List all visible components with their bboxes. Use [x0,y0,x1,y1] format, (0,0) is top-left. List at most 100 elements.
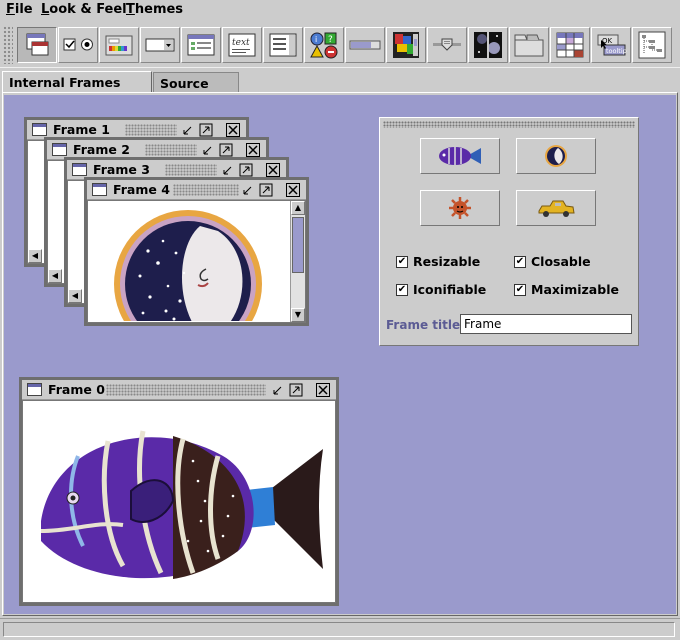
combobox-demo-icon [145,38,175,52]
minimize-icon[interactable] [271,383,285,397]
fish-icon [439,147,481,165]
toolbar-grip[interactable] [3,26,13,64]
minimize-icon[interactable] [181,123,195,137]
frame-title-bar[interactable]: Frame 4 [87,180,306,200]
toolbar-tabbed-pane-button[interactable] [509,27,549,63]
close-icon[interactable] [316,383,330,397]
palette-grip[interactable] [383,121,635,128]
scroll-up-arrow[interactable]: ▲ [291,201,305,215]
frame-title: Frame 1 [53,122,110,137]
vertical-scrollbar[interactable]: ▲ ▼ [290,201,305,322]
tab-internal-frames-demo[interactable]: Internal Frames Demo [2,71,152,105]
closable-checkbox[interactable]: ✔ Closable [514,254,591,269]
frame-content: ▲ ▼ [87,200,306,323]
title-grip [165,164,217,176]
toolbar-tooltip-button[interactable]: OK tooltip [591,27,631,63]
maximize-icon[interactable] [219,143,233,157]
frame-title-label: Frame title: [386,318,465,332]
option-pane-demo-icon: i? [310,32,338,59]
tooltip-demo-icon: OKtooltip [597,34,627,56]
frame-creation-palette: ✔ Resizable ✔ Closable ✔ Iconifiable ✔ M… [379,117,639,346]
toolbar-split-pane-button[interactable] [468,27,508,63]
tree-demo-icon [638,31,666,59]
checkbox-label: Iconifiable [413,282,487,297]
frame-window-icon [32,123,47,136]
frame-title-bar[interactable]: Frame 0 [22,380,336,400]
close-icon[interactable] [226,123,240,137]
scroll-left-arrow[interactable]: ◀ [68,289,82,303]
color-chooser-demo-icon [105,35,133,56]
maximizable-checkbox[interactable]: ✔ Maximizable [514,282,619,297]
checkbox-indicator: ✔ [514,283,526,296]
internal-frame-0[interactable]: Frame 0 [19,377,339,606]
menu-bar: File Look & Feel Themes [0,0,680,22]
create-fish-frame-button[interactable] [420,138,500,174]
scroll-left-arrow[interactable]: ◀ [28,249,42,263]
checkbox-label: Maximizable [531,282,619,297]
checkbox-label: Resizable [413,254,481,269]
frame-window-icon [92,183,107,196]
close-icon[interactable] [286,183,300,197]
checkbox-indicator: ✔ [396,283,408,296]
svg-text:tooltip: tooltip [606,47,627,55]
menu-file[interactable]: File [6,2,33,17]
moon-image [114,210,262,321]
toolbar-progress-bar-button[interactable] [345,27,385,63]
checkbox-indicator: ✔ [396,255,408,268]
menu-themes[interactable]: Themes [126,2,183,17]
scroll-down-arrow[interactable]: ▼ [291,308,305,322]
maximize-icon[interactable] [199,123,213,137]
minimize-icon[interactable] [241,183,255,197]
maximize-icon[interactable] [239,163,253,177]
internal-frame-4[interactable]: Frame 4 ▲ ▼ [84,177,309,326]
toolbar: text i? OK tooltip [0,22,680,68]
frame-window-icon [72,163,87,176]
toolbar-button-demo-button[interactable] [58,27,98,63]
sun-icon [449,197,471,219]
table-demo-icon [556,32,584,58]
iconifiable-checkbox[interactable]: ✔ Iconifiable [396,282,486,297]
menu-look-and-feel[interactable]: Look & Feel [41,2,127,17]
cab-icon [538,200,575,217]
create-sun-frame-button[interactable] [420,190,500,226]
list-demo-icon [269,33,297,57]
frame-title: Frame 0 [48,382,105,397]
toolbar-scroll-pane-button[interactable] [386,27,426,63]
toolbar-color-chooser-button[interactable] [99,27,139,63]
close-icon[interactable] [246,143,260,157]
minimize-icon[interactable] [221,163,235,177]
frame-window-icon [52,143,67,156]
svg-text:?: ? [328,35,333,45]
frame-title-field[interactable] [460,314,632,334]
resizable-checkbox[interactable]: ✔ Resizable [396,254,480,269]
create-moon-frame-button[interactable] [516,138,596,174]
moon-icon [545,145,567,167]
split-pane-demo-icon [474,32,502,58]
scroll-pane-demo-icon [393,32,419,58]
scroll-thumb[interactable] [292,217,304,273]
frame-title: Frame 4 [113,182,170,197]
button-demo-icon [63,38,93,51]
toolbar-tree-button[interactable] [632,27,672,63]
maximize-icon[interactable] [289,383,303,397]
toolbar-internal-frame-button[interactable] [17,27,57,63]
title-grip [125,124,177,136]
close-icon[interactable] [266,163,280,177]
toolbar-list-button[interactable] [263,27,303,63]
toolbar-table-button[interactable] [550,27,590,63]
toolbar-html-button[interactable]: text [222,27,262,63]
checkbox-indicator: ✔ [514,255,526,268]
maximize-icon[interactable] [259,183,273,197]
minimize-icon[interactable] [201,143,215,157]
svg-text:text: text [232,38,250,48]
toolbar-combobox-button[interactable] [140,27,180,63]
fish-image [40,430,323,579]
create-cab-frame-button[interactable] [516,190,596,226]
title-grip [145,144,197,156]
tab-source-code[interactable]: Source Code [153,72,239,106]
scroll-left-arrow[interactable]: ◀ [48,269,62,283]
toolbar-option-pane-button[interactable]: i? [304,27,344,63]
toolbar-file-chooser-button[interactable] [181,27,221,63]
slider-demo-icon [433,38,461,51]
toolbar-slider-button[interactable] [427,27,467,63]
